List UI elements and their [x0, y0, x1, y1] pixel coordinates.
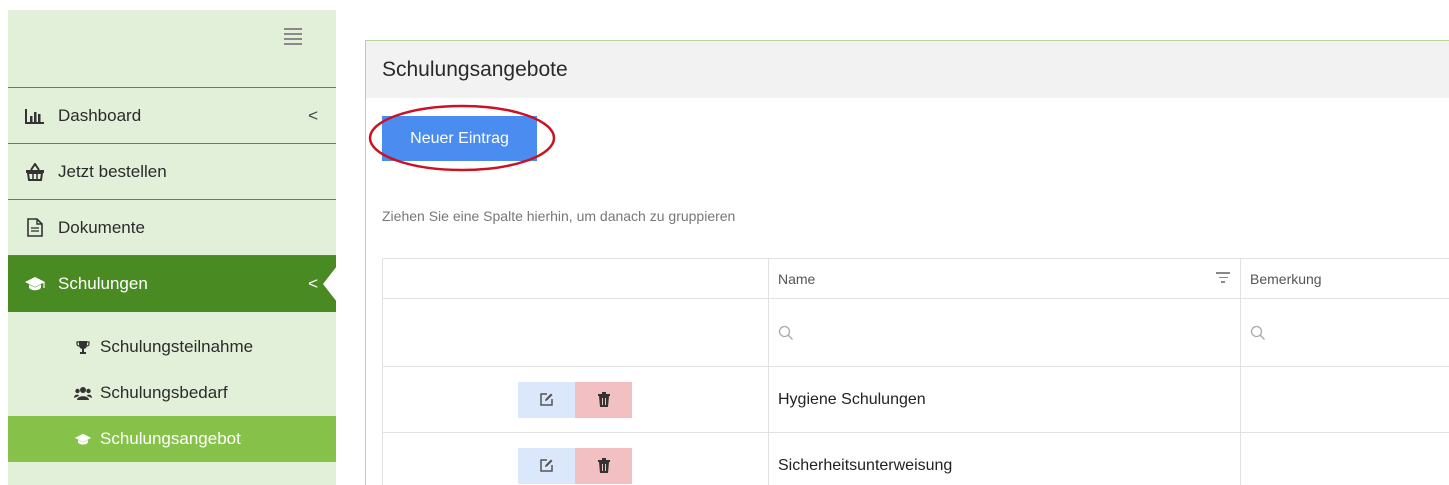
sidebar-subitem-schulungsangebot[interactable]: Schulungsangebot [8, 416, 336, 462]
filter-cell-actions [382, 299, 768, 366]
cell-bemerkung [1240, 433, 1449, 485]
sidebar-item-schulungen[interactable]: Schulungen < [8, 256, 337, 312]
sidebar-subitem-label: Schulungsangebot [100, 429, 241, 448]
sidebar-item-label: Schulungen [58, 274, 148, 293]
column-header-label: Bemerkung [1250, 270, 1322, 287]
bar-chart-icon [24, 106, 46, 126]
sidebar-item-dokumente[interactable]: Dokumente [8, 200, 336, 256]
search-icon [1250, 325, 1265, 340]
edit-button[interactable] [518, 447, 575, 484]
sidebar-subitem-schulungsbedarf[interactable]: Schulungsbedarf [8, 370, 336, 416]
sidebar-item-label: Dashboard [58, 105, 142, 125]
cell-name: Hygiene Schulungen [768, 367, 1240, 432]
edit-icon [540, 459, 553, 472]
sidebar: Dashboard < Jetzt bestellen Dokumente Sc… [8, 10, 337, 485]
column-header-actions [382, 259, 768, 298]
trophy-icon [74, 340, 92, 354]
row-actions [382, 367, 768, 432]
graduation-cap-icon [24, 274, 46, 294]
grid-header-row: Name Bemerkung [382, 258, 1449, 299]
sidebar-submenu: Schulungsteilnahme Schulungsbedarf Schul… [8, 312, 336, 462]
sidebar-item-dashboard[interactable]: Dashboard < [8, 88, 336, 144]
trash-icon [597, 392, 610, 407]
sidebar-item-label: Jetzt bestellen [58, 161, 167, 181]
new-entry-button[interactable]: Neuer Eintrag [382, 116, 537, 161]
action-buttons [518, 447, 632, 484]
sidebar-item-label: Dokumente [58, 217, 145, 237]
sidebar-item-jetzt-bestellen[interactable]: Jetzt bestellen [8, 144, 336, 200]
sidebar-subitem-schulungsteilnahme[interactable]: Schulungsteilnahme [8, 324, 336, 370]
search-icon [778, 325, 793, 340]
active-indicator [323, 266, 337, 302]
group-panel-hint[interactable]: Ziehen Sie eine Spalte hierhin, um danac… [382, 208, 735, 224]
sidebar-header [8, 10, 336, 88]
table-row[interactable]: Sicherheitsunterweisung [382, 433, 1449, 485]
cell-name: Sicherheitsunterweisung [768, 433, 1240, 485]
data-grid: Name Bemerkung Hygiene Schulungen Sicher… [382, 258, 1449, 485]
edit-icon [540, 393, 553, 406]
trash-icon [597, 458, 610, 473]
grid-filter-row [382, 299, 1449, 367]
graduation-cap-icon [74, 433, 92, 446]
column-header-bemerkung[interactable]: Bemerkung [1240, 259, 1449, 298]
cell-bemerkung [1240, 367, 1449, 432]
delete-button[interactable] [575, 381, 632, 418]
chevron-left-icon: < [308, 274, 318, 293]
column-header-name[interactable]: Name [768, 259, 1240, 298]
hamburger-icon[interactable] [284, 28, 302, 45]
filter-cell-name[interactable] [768, 299, 1240, 366]
chevron-left-icon: < [308, 105, 318, 125]
row-actions [382, 433, 768, 485]
column-header-label: Name [778, 270, 816, 287]
sidebar-subitem-label: Schulungsteilnahme [100, 337, 254, 356]
table-row[interactable]: Hygiene Schulungen [382, 367, 1449, 433]
edit-button[interactable] [518, 381, 575, 418]
schulungsangebote-panel: Schulungsangebote Neuer Eintrag Ziehen S… [365, 40, 1449, 485]
panel-title: Schulungsangebote [366, 41, 1449, 98]
delete-button[interactable] [575, 447, 632, 484]
users-icon [74, 386, 92, 400]
document-icon [24, 218, 46, 238]
sidebar-subitem-label: Schulungsbedarf [100, 383, 228, 402]
basket-icon [24, 162, 46, 182]
filter-icon[interactable] [1216, 272, 1230, 284]
filter-cell-bemerkung[interactable] [1240, 299, 1449, 366]
action-buttons [518, 381, 632, 418]
